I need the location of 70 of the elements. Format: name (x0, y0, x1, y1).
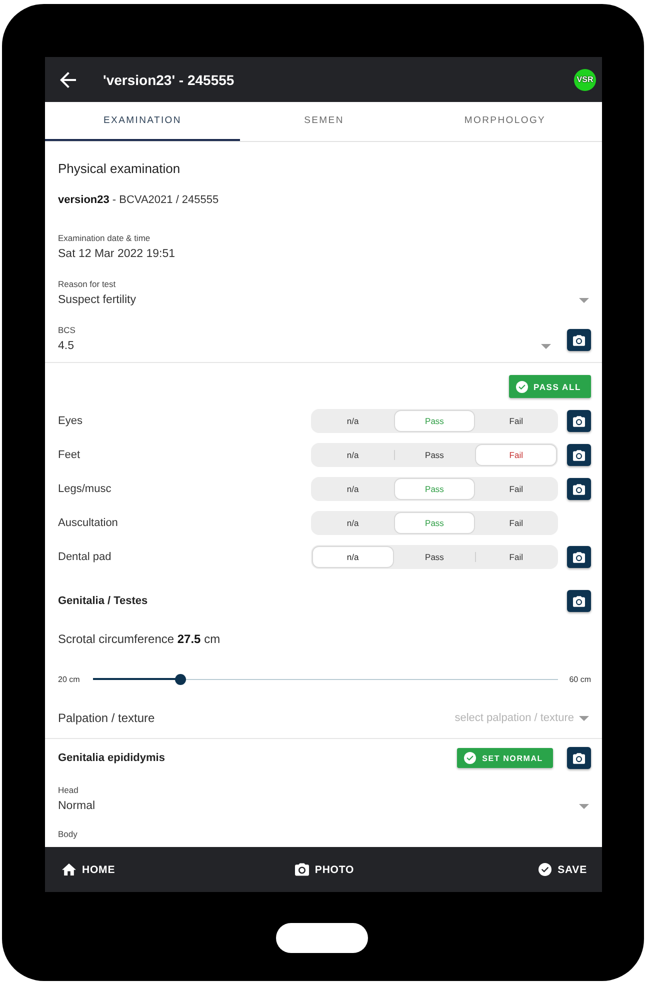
segment-option[interactable]: Pass (394, 410, 476, 432)
check-label: Feet (58, 449, 82, 461)
bottom-nav-button[interactable]: HOME (62, 863, 116, 876)
device-home-button[interactable] (276, 923, 368, 953)
check-label: Eyes (58, 415, 84, 427)
check-circle-icon (464, 752, 476, 764)
camera-icon (573, 450, 585, 460)
slider-min-label: 20 cm (58, 674, 81, 684)
camera-icon (573, 596, 585, 606)
camera-button[interactable] (567, 747, 591, 769)
camera-button[interactable] (567, 546, 591, 568)
check-label: Auscultation (58, 517, 119, 529)
app-title: 'version23' - 245555 (103, 72, 236, 88)
camera-icon (573, 334, 585, 346)
segment-option[interactable]: Fail (475, 546, 557, 568)
bottom-nav-button[interactable]: PHOTO (294, 863, 354, 876)
caret-icon (579, 298, 589, 302)
field-label: Palpation / texture (58, 711, 155, 725)
date-field[interactable]: Sat 12 Mar 2022 19:51 (58, 244, 591, 264)
record-subtitle: version23 - BCVA2021 / 245555 (58, 193, 220, 208)
dropdown-field[interactable]: Suspect fertility (58, 290, 591, 310)
section-title: Genitalia epididymis (58, 752, 166, 764)
back-arrow-icon[interactable] (60, 72, 76, 88)
camera-button[interactable] (567, 590, 591, 612)
segment-option[interactable]: Fail (475, 478, 557, 500)
field-label: Head (58, 784, 80, 796)
camera-button[interactable] (567, 329, 591, 351)
segment-option[interactable]: Fail (475, 512, 557, 534)
slider-thumb[interactable] (174, 674, 186, 684)
field-label: BCS (58, 324, 76, 336)
segment-option[interactable]: n/a (312, 410, 394, 432)
segment-option[interactable]: n/a (312, 478, 394, 500)
bottom-nav-button[interactable]: SAVE (538, 863, 587, 876)
segment-option[interactable]: n/a (312, 444, 394, 466)
camera-button[interactable] (567, 478, 591, 500)
field-label: Reason for test (58, 278, 117, 290)
tab[interactable]: SEMEN (240, 102, 408, 141)
slider-max-label: 60 cm (569, 674, 591, 684)
check-label: Dental pad (58, 551, 112, 563)
section-title: Genitalia / Testes (58, 595, 149, 607)
slider-track[interactable] (93, 674, 558, 684)
camera-icon (294, 863, 309, 876)
caret-icon (579, 716, 589, 720)
dropdown-field[interactable]: 4.5 (58, 336, 553, 356)
caret-icon (541, 344, 551, 348)
segment-option[interactable]: Pass (394, 478, 476, 500)
camera-button[interactable] (567, 444, 591, 466)
camera-icon (573, 416, 585, 426)
check-label: Legs/musc (58, 483, 112, 495)
house-icon (62, 863, 76, 876)
field-label: Examination date & time (58, 232, 152, 244)
segment-option[interactable]: n/a (312, 546, 394, 568)
caret-icon (579, 804, 589, 808)
tab[interactable]: MORPHOLOGY (408, 102, 602, 141)
segment-option[interactable]: Fail (475, 444, 557, 466)
camera-icon (573, 752, 585, 764)
camera-button[interactable] (567, 410, 591, 432)
check-circle-icon (538, 863, 552, 876)
camera-icon (573, 484, 585, 494)
segment-option[interactable]: Pass (394, 546, 476, 568)
measurement-text: Scrotal circumference 27.5 cm (58, 631, 222, 648)
segment-option[interactable]: Fail (475, 410, 557, 432)
segment-option[interactable]: Pass (394, 512, 476, 534)
check-circle-icon (516, 380, 528, 392)
camera-icon (573, 552, 585, 562)
section-heading: Physical examination (58, 160, 182, 178)
dropdown-field[interactable]: Normal (58, 796, 591, 816)
segment-option[interactable]: n/a (312, 512, 394, 534)
field-label: Body (58, 828, 78, 840)
segment-option[interactable]: Pass (394, 444, 476, 466)
